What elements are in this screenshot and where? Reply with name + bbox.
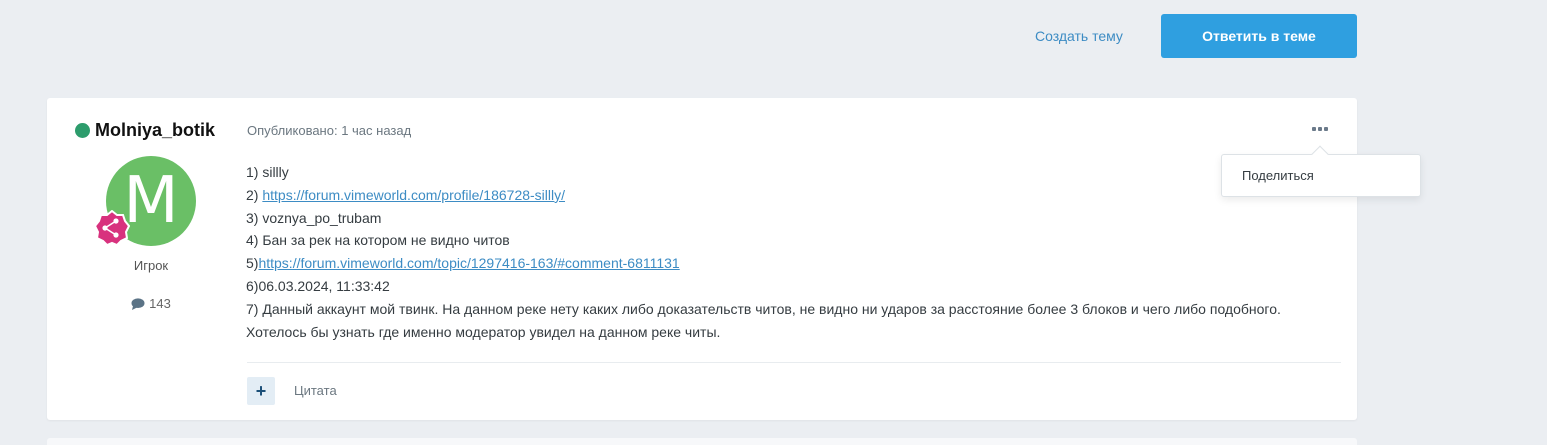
- post-count[interactable]: 143: [47, 296, 255, 311]
- forum-post: Molniya_botik M Игрок 143 Опубликовано: …: [47, 98, 1357, 420]
- share-menu-item[interactable]: Поделиться: [1242, 155, 1314, 196]
- profile-link[interactable]: https://forum.vimeworld.com/profile/1867…: [262, 187, 565, 203]
- rank-title: Игрок: [133, 258, 169, 273]
- post-content: 1) sillly 2) https://forum.vimeworld.com…: [246, 161, 1306, 343]
- quote-button[interactable]: Цитата: [294, 377, 337, 405]
- online-status-icon: [75, 123, 90, 138]
- content-line: 6)06.03.2024, 11:33:42: [246, 277, 390, 294]
- content-line: 2) https://forum.vimeworld.com/profile/1…: [246, 186, 566, 203]
- comment-link[interactable]: https://forum.vimeworld.com/topic/129741…: [258, 255, 679, 271]
- share-badge-icon: [94, 210, 130, 246]
- share-menu: Поделиться: [1221, 145, 1421, 197]
- ellipsis-icon[interactable]: [1312, 124, 1330, 134]
- reply-button[interactable]: Ответить в теме: [1161, 14, 1357, 58]
- add-multiquote-button[interactable]: +: [247, 377, 275, 405]
- content-line: 1) sillly: [246, 164, 289, 180]
- create-topic-link[interactable]: Создать тему: [1035, 14, 1123, 58]
- post-date: Опубликовано: 1 час назад: [247, 123, 412, 138]
- divider: [247, 362, 1341, 363]
- post-author: Molniya_botik: [75, 120, 215, 141]
- post-count-value: 143: [149, 296, 171, 311]
- content-line: 3) voznya_po_trubam: [246, 209, 382, 226]
- comment-icon: [131, 297, 145, 310]
- next-post: [47, 438, 1357, 445]
- content-line: 5)https://forum.vimeworld.com/topic/1297…: [246, 255, 680, 272]
- topic-actions: Создать тему Ответить в теме: [0, 14, 1547, 58]
- author-name[interactable]: Molniya_botik: [95, 120, 215, 141]
- content-line: 4) Бан за рек на котором не видно читов: [246, 232, 510, 249]
- content-line: 7) Данный аккаунт мой твинк. На данном р…: [246, 300, 1281, 340]
